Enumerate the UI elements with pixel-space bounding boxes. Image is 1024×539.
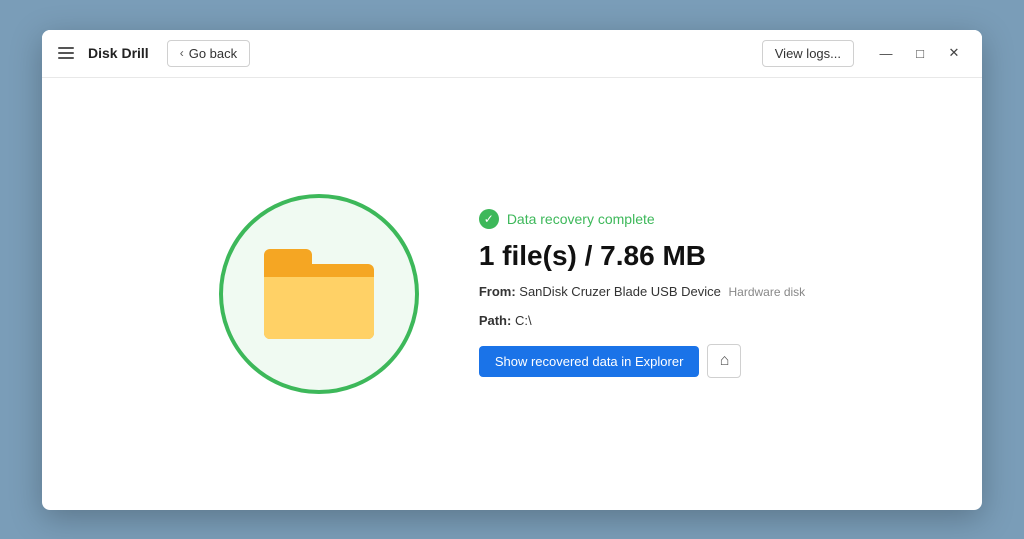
go-back-label: Go back bbox=[189, 46, 237, 61]
check-circle-icon: ✓ bbox=[479, 209, 499, 229]
home-icon: ⌂ bbox=[720, 352, 730, 370]
home-button[interactable]: ⌂ bbox=[707, 344, 741, 378]
go-back-button[interactable]: ‹ Go back bbox=[167, 40, 250, 67]
status-label: Data recovery complete bbox=[507, 211, 655, 227]
app-title: Disk Drill bbox=[88, 45, 149, 61]
view-logs-button[interactable]: View logs... bbox=[762, 40, 854, 67]
main-window: Disk Drill ‹ Go back View logs... — □ ✕ bbox=[42, 30, 982, 510]
from-info: From: SanDisk Cruzer Blade USB Device Ha… bbox=[479, 282, 805, 303]
folder-circle bbox=[219, 194, 419, 394]
info-section: ✓ Data recovery complete 1 file(s) / 7.8… bbox=[479, 209, 805, 378]
path-label: Path: bbox=[479, 313, 512, 328]
menu-icon[interactable] bbox=[54, 43, 78, 63]
titlebar-right: View logs... — □ ✕ bbox=[762, 37, 970, 69]
action-row: Show recovered data in Explorer ⌂ bbox=[479, 344, 805, 378]
main-content: ✓ Data recovery complete 1 file(s) / 7.8… bbox=[42, 78, 982, 510]
show-explorer-button[interactable]: Show recovered data in Explorer bbox=[479, 346, 700, 377]
from-label: From: bbox=[479, 284, 516, 299]
window-controls: — □ ✕ bbox=[870, 37, 970, 69]
from-device: SanDisk Cruzer Blade USB Device bbox=[519, 284, 721, 299]
folder-icon bbox=[264, 249, 374, 339]
recovery-status: ✓ Data recovery complete bbox=[479, 209, 805, 229]
file-count: 1 file(s) / 7.86 MB bbox=[479, 239, 805, 273]
chevron-left-icon: ‹ bbox=[180, 46, 184, 60]
close-button[interactable]: ✕ bbox=[938, 37, 970, 69]
titlebar: Disk Drill ‹ Go back View logs... — □ ✕ bbox=[42, 30, 982, 78]
path-value: C:\ bbox=[515, 313, 532, 328]
path-info: Path: C:\ bbox=[479, 313, 805, 328]
folder-front bbox=[264, 277, 374, 339]
from-type: Hardware disk bbox=[728, 285, 805, 299]
maximize-button[interactable]: □ bbox=[904, 37, 936, 69]
content-inner: ✓ Data recovery complete 1 file(s) / 7.8… bbox=[219, 194, 805, 394]
titlebar-left: Disk Drill ‹ Go back bbox=[54, 40, 762, 67]
minimize-button[interactable]: — bbox=[870, 37, 902, 69]
